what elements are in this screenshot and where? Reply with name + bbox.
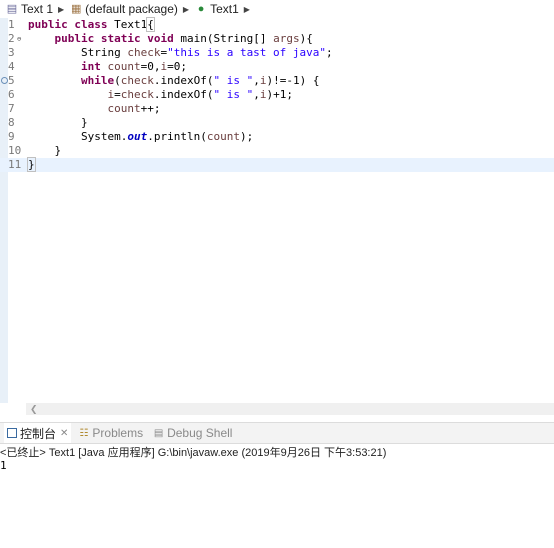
fold-collapse-icon[interactable]: ⊖ (17, 32, 21, 46)
chevron-right-icon[interactable]: ▶ (244, 5, 250, 14)
package-icon: ▦ (70, 3, 82, 15)
line-number: 10 (8, 144, 22, 157)
code-line[interactable]: 1 public class Text1{ (0, 17, 554, 32)
code-line[interactable]: 4 int count=0,i=0; (0, 60, 554, 74)
breadcrumb-item-class[interactable]: ● Text1 ▶ (195, 2, 250, 16)
code-text: count++; (107, 102, 161, 115)
chevron-right-icon[interactable]: ▶ (183, 5, 189, 14)
line-number: 4 (8, 60, 15, 73)
code-text: i=check.indexOf(" is ",i)+1; (107, 88, 293, 101)
line-number: 7 (8, 102, 15, 115)
console-description: <已终止> Text1 [Java 应用程序] G:\bin\javaw.exe… (0, 447, 387, 459)
code-line[interactable]: 10 } (0, 144, 554, 158)
text-caret (34, 158, 36, 170)
horizontal-scrollbar[interactable]: ❮ (26, 403, 554, 415)
tab-debug-shell-label: Debug Shell (167, 426, 233, 440)
tab-console-label: 控制台 (20, 426, 57, 441)
breadcrumb-project-label: Text 1 (21, 2, 54, 16)
views-tab-bar: 控制台 ✕ ☷ Problems ▤ Debug Shell (0, 422, 554, 444)
code-text: } (28, 116, 88, 129)
tab-problems[interactable]: ☷ Problems (75, 423, 146, 443)
line-number: 11 (8, 158, 22, 171)
close-icon[interactable]: ✕ (60, 428, 68, 439)
code-line[interactable]: 5 while(check.indexOf(" is ",i)!=-1) { (0, 74, 554, 88)
breadcrumb: ▤ Text 1 ▶ ▦ (default package) ▶ ● Text1… (0, 0, 554, 18)
code-line[interactable]: 7 count++; (0, 102, 554, 116)
line-number: 1 (8, 18, 15, 31)
breadcrumb-item-package[interactable]: ▦ (default package) ▶ (70, 2, 189, 16)
breadcrumb-item-project[interactable]: ▤ Text 1 ▶ (6, 2, 64, 16)
line-number: 5 (8, 74, 15, 87)
code-text: System.out.println(count); (28, 130, 254, 143)
code-line[interactable]: 8 } (0, 116, 554, 130)
code-text: int count=0,i=0; (80, 60, 187, 73)
tab-console[interactable]: 控制台 ✕ (4, 423, 72, 443)
code-line[interactable]: 3 String check="this is a tast of java"; (0, 46, 554, 60)
class-icon: ● (197, 3, 205, 15)
code-line-current[interactable]: 11 } (0, 157, 554, 172)
code-text: public static void main(String[] args){ (54, 32, 313, 45)
code-editor[interactable]: 1 public class Text1{ 2 ⊖ public static … (0, 17, 554, 403)
code-line[interactable]: 2 ⊖ public static void main(String[] arg… (0, 32, 554, 46)
line-number: 9 (8, 130, 15, 143)
code-text: public class Text1{ (28, 17, 155, 32)
tab-debug-shell[interactable]: ▤ Debug Shell (150, 423, 235, 443)
code-text: while(check.indexOf(" is ",i)!=-1) { (80, 74, 320, 87)
code-text: } (28, 144, 62, 157)
line-number: 3 (8, 46, 15, 59)
debug-shell-icon: ▤ (153, 427, 164, 439)
tab-problems-label: Problems (92, 426, 144, 440)
code-text: String check="this is a tast of java"; (28, 46, 333, 59)
occurrence-marker-icon (1, 77, 8, 84)
code-line[interactable]: 9 System.out.println(count); (0, 130, 554, 144)
line-number: 6 (8, 88, 15, 101)
line-number: 8 (8, 116, 15, 129)
breadcrumb-package-label: (default package) (85, 2, 178, 16)
scroll-left-icon[interactable]: ❮ (30, 403, 38, 415)
breadcrumb-class-label: Text1 (210, 2, 239, 16)
project-icon: ▤ (6, 3, 18, 15)
code-line[interactable]: 6 i=check.indexOf(" is ",i)+1; (0, 88, 554, 102)
problems-icon: ☷ (79, 427, 89, 439)
code-text: } (27, 157, 36, 172)
chevron-right-icon[interactable]: ▶ (58, 5, 64, 14)
console-icon (7, 428, 17, 438)
console-output[interactable]: 1 (0, 459, 554, 473)
